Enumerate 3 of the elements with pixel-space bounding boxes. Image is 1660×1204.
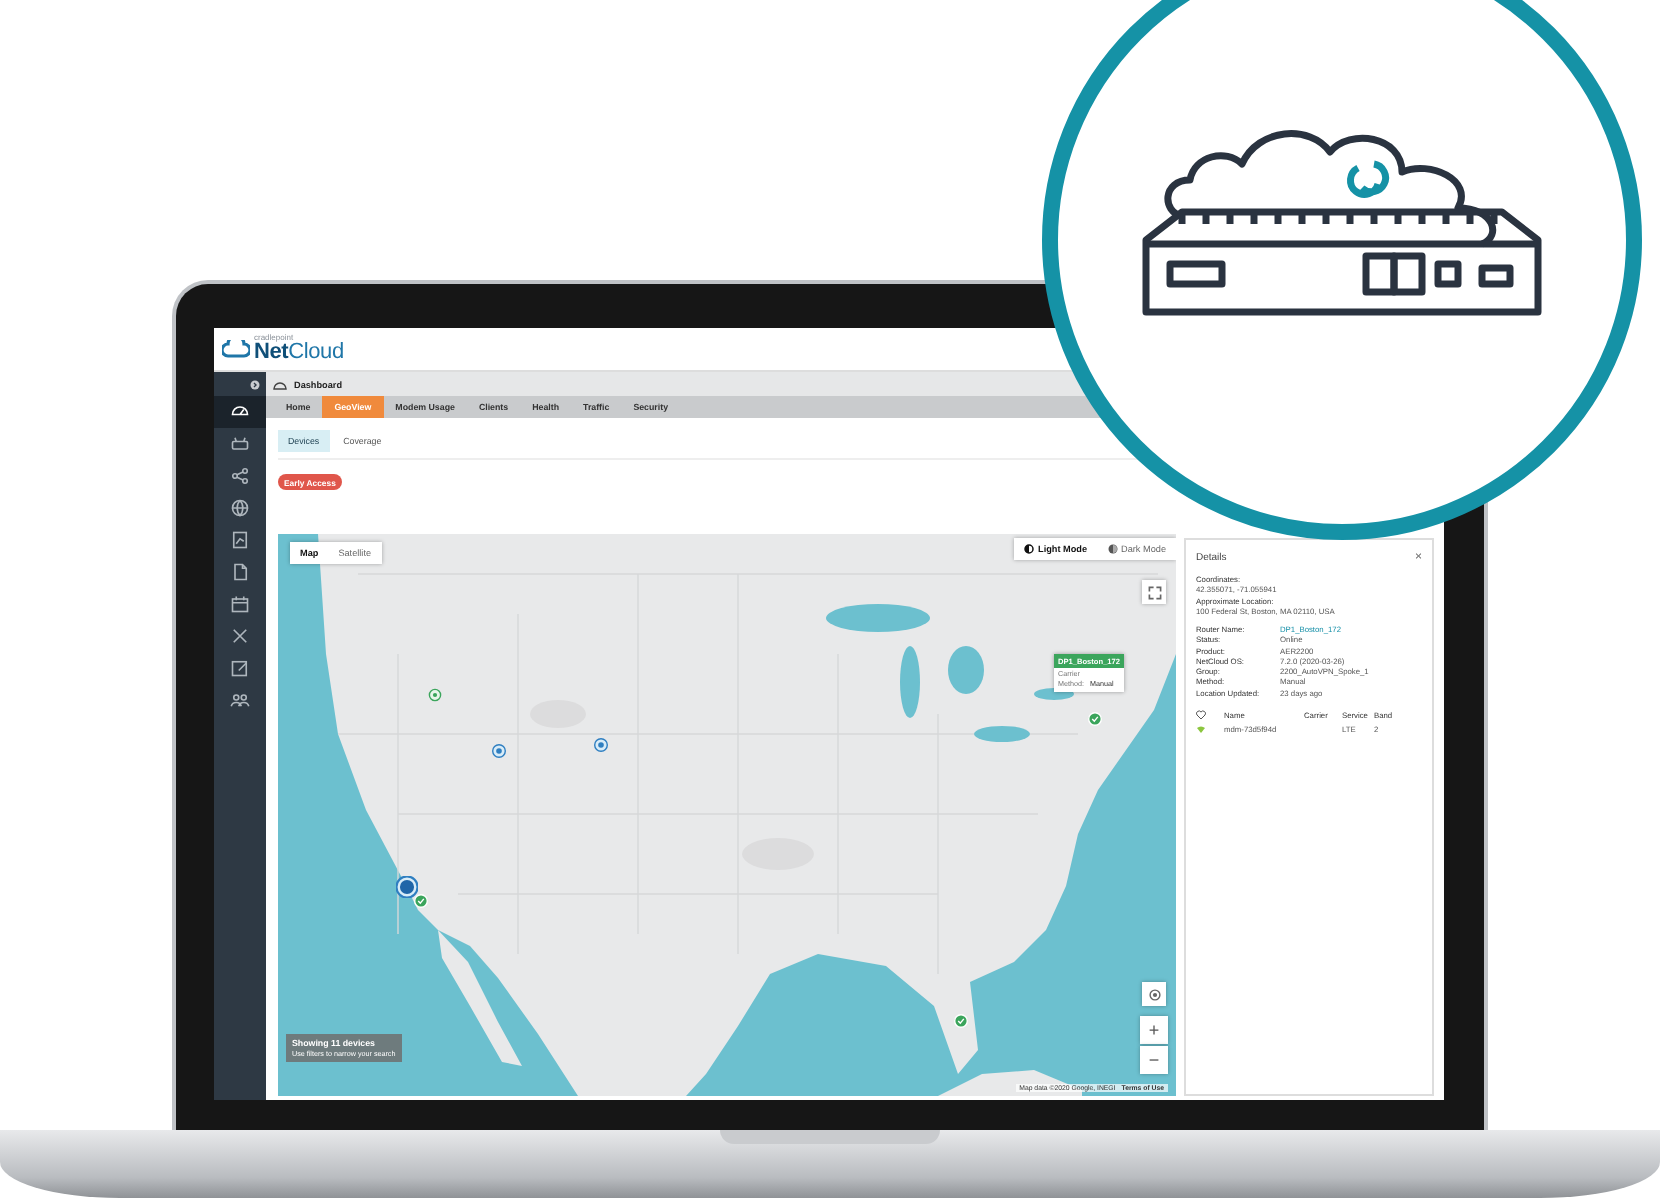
zoom-out-button[interactable]: − bbox=[1140, 1046, 1168, 1074]
product-logo-text: NetCloud bbox=[254, 342, 344, 364]
zoom-in-button[interactable]: + bbox=[1140, 1016, 1168, 1044]
